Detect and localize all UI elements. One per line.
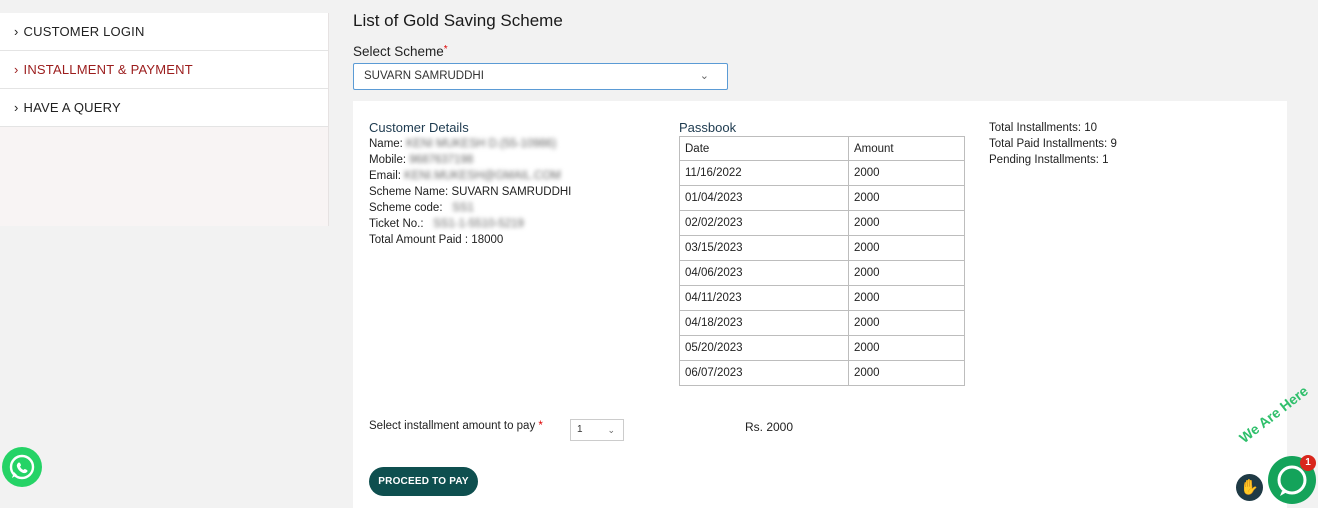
- installment-select-label: Select installment amount to pay *: [369, 420, 543, 432]
- installment-select-label-text: Select installment amount to pay: [369, 420, 536, 432]
- scheme-select-value: SUVARN SAMRUDDHI: [364, 70, 484, 82]
- table-row: 04/18/2023 2000: [679, 310, 965, 336]
- passbook-amount-cell: 2000: [848, 335, 965, 361]
- whatsapp-icon[interactable]: [2, 447, 42, 487]
- customer-details: Customer Details Name: KENI MUKESH D.(55…: [369, 120, 571, 248]
- installment-summary: Total Installments: 10 Total Paid Instal…: [989, 120, 1117, 168]
- scheme-select[interactable]: SUVARN SAMRUDDHI ⌄: [353, 63, 728, 90]
- customer-name-label: Name:: [369, 138, 403, 150]
- passbook-amount-cell: 2000: [848, 310, 965, 336]
- customer-mobile-row: Mobile: 9687637198: [369, 152, 571, 168]
- sidebar-item-label: HAVE A QUERY: [23, 100, 121, 115]
- passbook-amount-cell: 2000: [848, 285, 965, 311]
- proceed-to-pay-button[interactable]: PROCEED TO PAY: [369, 467, 478, 496]
- required-marker: *: [538, 420, 543, 432]
- passbook-date-cell: 02/02/2023: [679, 210, 849, 236]
- scheme-code-value: SS1: [452, 202, 474, 214]
- passbook-date-cell: 03/15/2023: [679, 235, 849, 261]
- customer-details-heading: Customer Details: [369, 120, 469, 135]
- scheme-details-panel: Customer Details Name: KENI MUKESH D.(55…: [353, 101, 1287, 508]
- chat-notification-badge: 1: [1300, 455, 1316, 471]
- table-row: 11/16/2022 2000: [679, 160, 965, 186]
- scheme-name-value: SUVARN SAMRUDDHI: [451, 186, 572, 198]
- page-title: List of Gold Saving Scheme: [353, 11, 563, 30]
- waving-hand-icon: ✋: [1236, 474, 1263, 501]
- select-scheme-label: Select Scheme*: [353, 44, 448, 59]
- sidebar: › CUSTOMER LOGIN › INSTALLMENT & PAYMENT ›…: [0, 13, 329, 226]
- total-installments: Total Installments: 10: [989, 122, 1098, 134]
- passbook-amount-cell: 2000: [848, 210, 965, 236]
- passbook-amount-cell: 2000: [848, 260, 965, 286]
- customer-email-row: Email: KENI.MUKESH@GMAIL.COM: [369, 168, 571, 184]
- table-row: 01/04/2023 2000: [679, 185, 965, 211]
- ticket-no-row: Ticket No.: SS1-1-5510-5219: [369, 216, 571, 232]
- sidebar-item-customer-login[interactable]: › CUSTOMER LOGIN: [0, 13, 328, 51]
- column-header-amount: Amount: [848, 136, 965, 161]
- chevron-right-icon: ›: [14, 100, 19, 115]
- sidebar-item-installment-payment[interactable]: › INSTALLMENT & PAYMENT: [0, 51, 328, 89]
- select-scheme-label-text: Select Scheme: [353, 44, 444, 59]
- table-row: 05/20/2023 2000: [679, 335, 965, 361]
- passbook-date-cell: 04/18/2023: [679, 310, 849, 336]
- sidebar-item-have-a-query[interactable]: › HAVE A QUERY: [0, 89, 328, 127]
- passbook-date-cell: 06/07/2023: [679, 360, 849, 386]
- column-header-date: Date: [679, 136, 849, 161]
- customer-name-value: KENI MUKESH D.(55-10986): [406, 138, 557, 150]
- ticket-no-label: Ticket No.:: [369, 218, 424, 230]
- passbook-date-cell: 04/11/2023: [679, 285, 849, 311]
- passbook-amount-cell: 2000: [848, 160, 965, 186]
- sidebar-item-label: INSTALLMENT & PAYMENT: [23, 62, 193, 77]
- chevron-right-icon: ›: [14, 62, 19, 77]
- required-marker: *: [443, 44, 448, 55]
- table-header-row: Date Amount: [679, 136, 965, 161]
- total-amount-paid-row: Total Amount Paid : 18000: [369, 232, 571, 248]
- total-amount-paid-label: Total Amount Paid :: [369, 234, 469, 246]
- customer-name-row: Name: KENI MUKESH D.(55-10986): [369, 136, 571, 152]
- scheme-code-row: Scheme code: SS1: [369, 200, 571, 216]
- passbook-amount-cell: 2000: [848, 235, 965, 261]
- ticket-no-value: SS1-1-5510-5219: [433, 218, 524, 230]
- sidebar-item-label: CUSTOMER LOGIN: [23, 24, 145, 39]
- passbook-body: 11/16/2022 2000 01/04/2023 2000 02/02/2023 20…: [679, 160, 965, 386]
- chevron-right-icon: ›: [14, 24, 19, 39]
- passbook-date-cell: 04/06/2023: [679, 260, 849, 286]
- passbook-title: Passbook: [679, 120, 737, 135]
- table-row: 04/11/2023 2000: [679, 285, 965, 311]
- chevron-down-icon: ⌄: [607, 425, 615, 435]
- table-row: 03/15/2023 2000: [679, 235, 965, 261]
- table-row: 04/06/2023 2000: [679, 260, 965, 286]
- customer-email-label: Email:: [369, 170, 401, 182]
- passbook-date-cell: 01/04/2023: [679, 185, 849, 211]
- scheme-code-label: Scheme code:: [369, 202, 443, 214]
- total-amount-paid-value: 18000: [471, 234, 504, 246]
- total-paid-installments: Total Paid Installments: 9: [989, 138, 1117, 150]
- passbook-table: Date Amount 11/16/2022 2000 01/04/2023 2000…: [679, 136, 965, 386]
- installment-count-value: 1: [577, 424, 583, 435]
- table-row: 02/02/2023 2000: [679, 210, 965, 236]
- passbook-date-cell: 05/20/2023: [679, 335, 849, 361]
- payable-amount: Rs. 2000: [745, 420, 794, 434]
- customer-mobile-value: 9687637198: [409, 154, 474, 166]
- pending-installments: Pending Installments: 1: [989, 154, 1109, 166]
- scheme-name-row: Scheme Name: SUVARN SAMRUDDHI: [369, 184, 571, 200]
- chevron-down-icon: ⌄: [699, 70, 709, 82]
- passbook-amount-cell: 2000: [848, 185, 965, 211]
- installment-count-select[interactable]: 1 ⌄: [570, 419, 624, 441]
- scheme-name-label: Scheme Name:: [369, 186, 449, 198]
- passbook-date-cell: 11/16/2022: [679, 160, 849, 186]
- passbook-amount-cell: 2000: [848, 360, 965, 386]
- table-row: 06/07/2023 2000: [679, 360, 965, 386]
- customer-email-value: KENI.MUKESH@GMAIL.COM: [404, 170, 561, 182]
- customer-mobile-label: Mobile:: [369, 154, 407, 166]
